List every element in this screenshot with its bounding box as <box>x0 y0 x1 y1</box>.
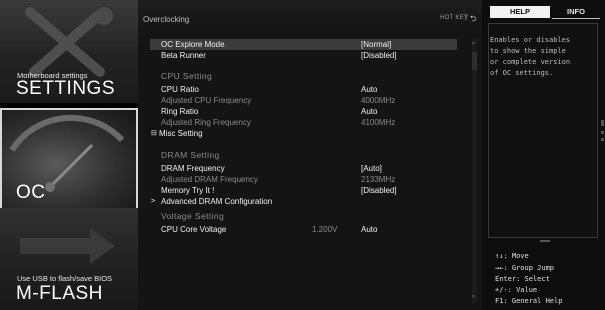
scroll-up-icon[interactable]: ▲ <box>471 40 476 46</box>
row-value[interactable]: [Normal] <box>361 39 391 50</box>
submenu-arrow-icon: > <box>151 198 156 205</box>
panel-grip-icon[interactable] <box>601 120 604 150</box>
nav-settings[interactable]: Motherboard settings SETTINGS <box>0 0 138 103</box>
row-dram-frequency[interactable]: DRAM Frequency [Auto] <box>150 163 457 174</box>
main-scrollbar[interactable]: ▲ ▼ <box>471 38 477 303</box>
row-label: Adjusted DRAM Frequency <box>161 175 258 184</box>
row-label: CPU Ratio <box>161 85 199 94</box>
mflash-subtitle: Use USB to flash/save BIOS <box>17 274 113 283</box>
section-title: DRAM Setting <box>161 150 220 160</box>
row-label: CPU Core Voltage <box>161 225 227 234</box>
current-voltage: 1.200V <box>312 225 338 234</box>
row-oc-explore-mode[interactable]: OC Explore Mode [Normal] <box>150 39 457 50</box>
row-adjusted-cpu-frequency: Adjusted CPU Frequency 4000MHz <box>150 95 457 106</box>
help-text: Enables or disables to show the simple o… <box>490 35 595 79</box>
help-panel: HELP INFO Enables or disables to show th… <box>482 0 605 310</box>
row-label: Adjusted Ring Frequency <box>161 118 251 127</box>
section-title: CPU Setting <box>161 71 213 81</box>
hotkey-separator: | <box>465 14 467 21</box>
row-label: Ring Ratio <box>161 107 199 116</box>
row-value: 2133MHz <box>361 175 396 184</box>
key-hint-value: +/-: Value <box>495 286 538 294</box>
resize-handle[interactable] <box>540 240 550 242</box>
tab-help[interactable]: HELP <box>490 6 550 18</box>
row-cpu-core-voltage[interactable]: CPU Core Voltage 1.200V Auto <box>150 224 457 235</box>
panel-header: Overclocking HOT KEY | ⮌ <box>138 0 482 34</box>
row-value[interactable]: [Disabled] <box>361 185 397 196</box>
scrollbar-thumb[interactable] <box>472 52 477 70</box>
row-value[interactable]: Auto <box>361 84 377 95</box>
row-value[interactable]: [Disabled] <box>361 50 397 61</box>
nav-oc[interactable]: OC <box>0 108 138 211</box>
help-line: of OC settings. <box>490 69 554 77</box>
row-value[interactable]: [Auto] <box>361 163 382 174</box>
section-cpu-setting: CPU Setting <box>150 71 457 82</box>
section-title: Voltage Setting <box>161 211 225 221</box>
oc-title: OC <box>16 182 46 203</box>
row-label: OC Explore Mode <box>161 40 225 49</box>
row-label: Advanced DRAM Configuration <box>161 197 273 206</box>
nav-mflash[interactable]: Use USB to flash/save BIOS M-FLASH <box>0 208 138 310</box>
key-hint-move: ↑↓: Move <box>495 252 529 260</box>
row-label: Misc Setting <box>159 129 203 138</box>
row-label: Adjusted CPU Frequency <box>161 96 252 105</box>
row-value[interactable]: Auto <box>361 224 377 235</box>
key-hint-group-jump: →←: Group Jump <box>495 264 555 272</box>
key-hint-select: Enter: Select <box>495 275 550 283</box>
row-value: 4000MHz <box>361 96 396 105</box>
help-line: to show the simple <box>490 47 566 55</box>
section-voltage-setting: Voltage Setting <box>150 211 457 222</box>
row-label: Memory Try It ! <box>161 186 215 195</box>
row-value[interactable]: Auto <box>361 106 377 117</box>
row-ring-ratio[interactable]: Ring Ratio Auto <box>150 106 457 117</box>
section-dram-setting: DRAM Setting <box>150 150 457 161</box>
key-hint-general-help: F1: General Help <box>495 297 563 305</box>
breadcrumb: Overclocking <box>143 15 190 24</box>
row-adjusted-ring-frequency: Adjusted Ring Frequency 4100MHz <box>150 117 457 128</box>
row-adjusted-dram-frequency: Adjusted DRAM Frequency 2133MHz <box>150 174 457 185</box>
row-cpu-ratio[interactable]: CPU Ratio Auto <box>150 84 457 95</box>
mflash-title: M-FLASH <box>16 283 103 304</box>
help-line: Enables or disables <box>490 36 571 44</box>
row-memory-try-it[interactable]: Memory Try It ! [Disabled] <box>150 185 457 196</box>
row-label: DRAM Frequency <box>161 164 225 173</box>
settings-title: SETTINGS <box>16 78 116 99</box>
row-advanced-dram-configuration[interactable]: > Advanced DRAM Configuration <box>150 196 457 207</box>
scroll-down-icon[interactable]: ▼ <box>471 294 476 300</box>
tab-info[interactable]: INFO <box>552 6 600 19</box>
collapse-icon[interactable]: ⊟ <box>151 128 157 139</box>
row-beta-runner[interactable]: Beta Runner [Disabled] <box>150 50 457 61</box>
settings-panel: Overclocking HOT KEY | ⮌ OC Explore Mode… <box>138 0 482 310</box>
row-label: Beta Runner <box>161 51 206 60</box>
row-value: 4100MHz <box>361 118 396 127</box>
help-line: or complete version <box>490 58 571 66</box>
row-misc-setting[interactable]: ⊟ Misc Setting <box>150 128 457 139</box>
back-arrow-icon[interactable]: ⮌ <box>470 13 476 27</box>
